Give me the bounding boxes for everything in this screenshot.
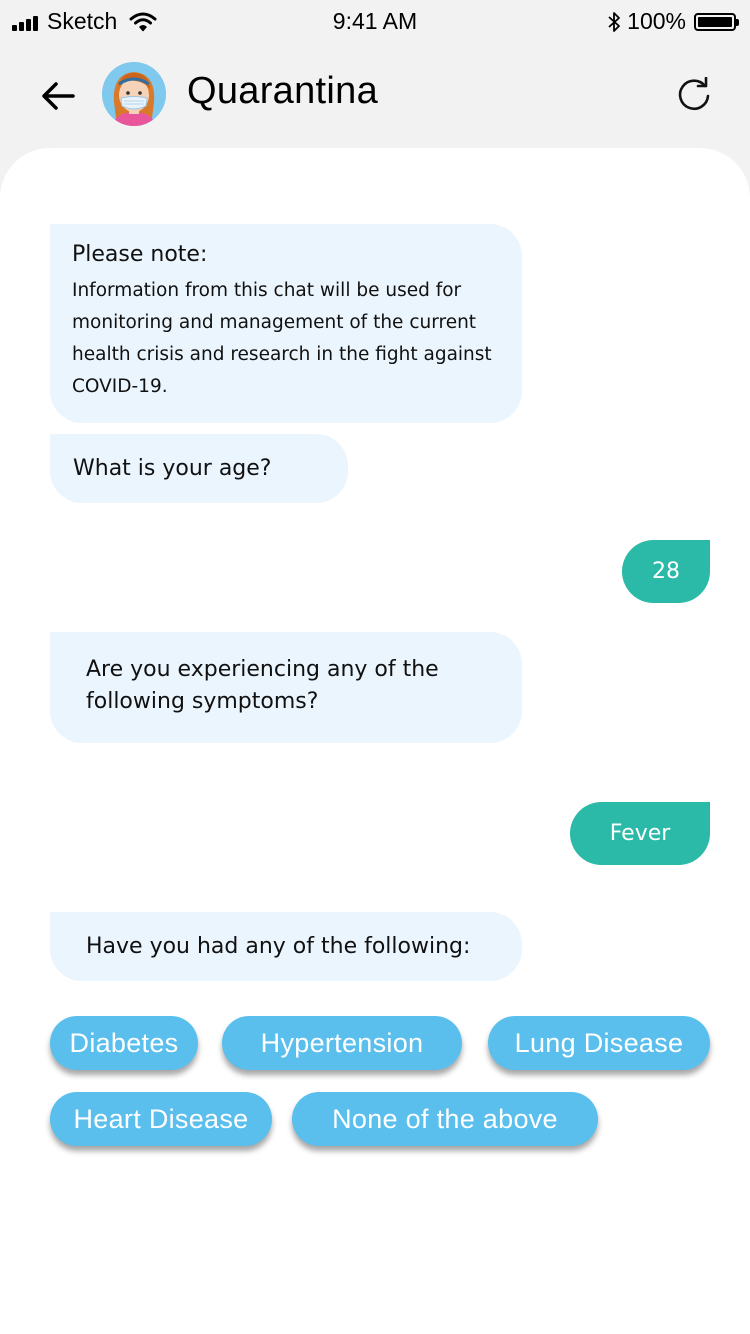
bot-avatar-illustration <box>102 62 166 126</box>
user-message-symptoms: Fever <box>570 802 710 865</box>
bluetooth-icon <box>608 11 621 32</box>
back-arrow-icon <box>42 82 75 110</box>
bot-message-note: Please note: Information from this chat … <box>50 224 522 423</box>
battery-icon <box>694 12 739 31</box>
back-button[interactable] <box>36 74 80 118</box>
bot-message-history: Have you had any of the following: <box>50 912 522 981</box>
option-none-button[interactable]: None of the above <box>292 1092 598 1146</box>
battery-percent: 100% <box>627 8 686 34</box>
note-title: Please note: <box>72 242 208 267</box>
bot-message-symptoms: Are you experiencing any of the followin… <box>50 632 522 743</box>
status-bar: Sketch 9:41 AM 100% <box>0 0 750 42</box>
option-diabetes-button[interactable]: Diabetes <box>50 1016 198 1070</box>
avatar <box>102 62 166 126</box>
refresh-icon <box>678 77 710 111</box>
option-lung-disease-button[interactable]: Lung Disease <box>488 1016 710 1070</box>
option-heart-disease-button[interactable]: Heart Disease <box>50 1092 272 1146</box>
chat-header: Quarantina <box>0 42 750 148</box>
chat-screen: Sketch 9:41 AM 100% Quarantina Please no… <box>0 0 750 1334</box>
bot-message-age: What is your age? <box>50 434 348 503</box>
refresh-button[interactable] <box>672 74 716 118</box>
option-hypertension-button[interactable]: Hypertension <box>222 1016 462 1070</box>
bot-name: Quarantina <box>187 70 379 112</box>
user-message-age: 28 <box>622 540 710 603</box>
note-body: Information from this chat will be used … <box>72 280 492 397</box>
chat-panel: Please note: Information from this chat … <box>0 148 750 1334</box>
